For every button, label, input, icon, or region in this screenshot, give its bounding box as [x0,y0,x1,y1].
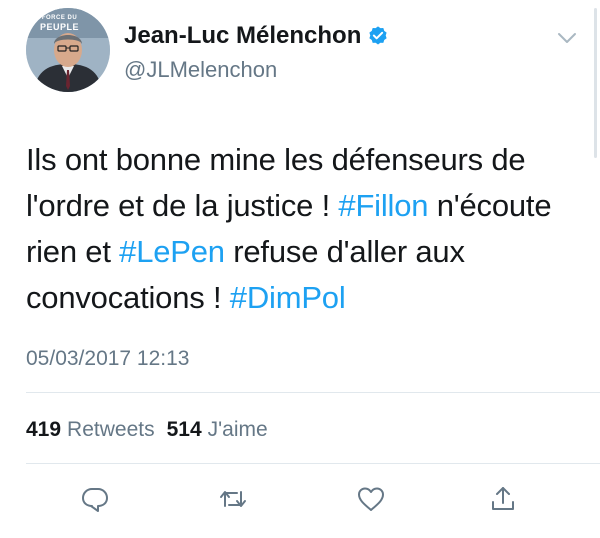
hashtag-link[interactable]: #Fillon [338,188,428,223]
author-row: Jean-Luc Mélenchon [124,22,389,50]
tweet-text-line: convocations ! #DimPol [26,275,586,321]
share-icon [492,487,514,510]
tweet-text: Ils ont bonne mine les défenseurs de l'or… [26,137,586,321]
like-button[interactable] [356,484,386,514]
tweet-text-segment: n'écoute [428,188,552,223]
action-bar [0,476,600,524]
tweet-timestamp[interactable]: 05/03/2017 12:13 [26,347,190,371]
tweet-text-segment: l'ordre et de la justice ! [26,188,339,223]
divider [26,392,600,393]
user-handle[interactable]: @JLMelenchon [124,57,277,83]
retweet-button[interactable] [218,484,248,514]
likes-count[interactable]: 514 [167,418,202,442]
hashtag-link[interactable]: #LePen [119,234,225,269]
retweets-count[interactable]: 419 [26,418,61,442]
share-button[interactable] [488,484,518,514]
like-icon [358,487,384,511]
reply-button[interactable] [80,484,110,514]
avatar-badge: FORCE DU PEUPLE [40,14,79,32]
verified-badge-icon [369,26,387,45]
tweet-text-segment: rien et [26,234,120,269]
tweet-text-line: rien et #LePen refuse d'aller aux [26,229,586,275]
avatar-badge-bottom: PEUPLE [40,22,80,32]
display-name[interactable]: Jean-Luc Mélenchon [124,22,361,50]
avatar[interactable]: FORCE DU PEUPLE [26,8,110,92]
tweet-text-segment: refuse d'aller aux [224,234,465,269]
reply-icon [82,488,108,512]
tweet-card: FORCE DU PEUPLE Jean-Luc Mélenchon @JLMe… [0,0,600,538]
retweet-icon [220,491,246,507]
hashtag-link[interactable]: #DimPol [230,280,346,315]
retweets-label[interactable]: Retweets [67,418,155,442]
engagement-stats: 419 Retweets 514 J'aime [26,418,280,442]
tweet-text-line: l'ordre et de la justice ! #Fillon n'éco… [26,183,586,229]
tweet-text-segment: convocations ! [26,280,230,315]
divider [26,463,600,464]
scrollbar[interactable] [594,8,597,158]
tweet-text-line: Ils ont bonne mine les défenseurs de [26,137,586,183]
chevron-down-icon[interactable] [556,30,578,46]
tweet-text-segment: Ils ont bonne mine les défenseurs de [26,142,526,177]
likes-label[interactable]: J'aime [208,418,268,442]
